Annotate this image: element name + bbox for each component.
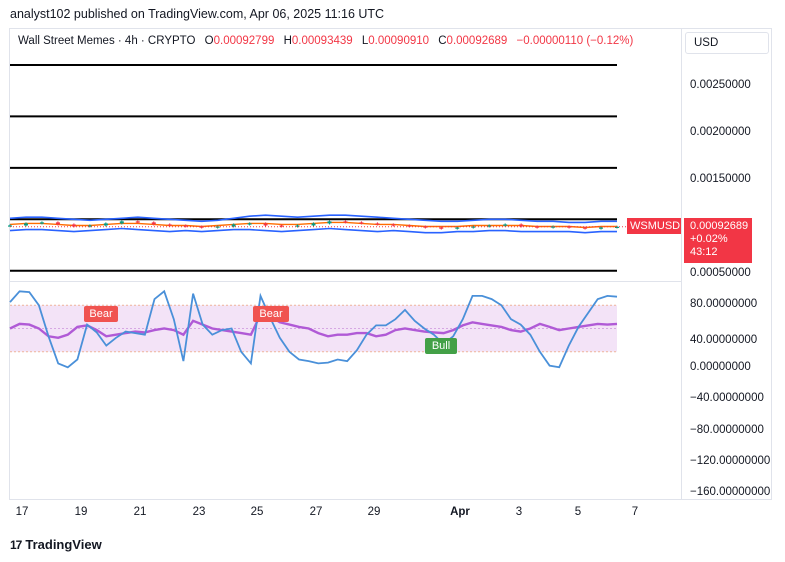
- ohlc-legend: Wall Street Memes · 4h · CRYPTO O0.00092…: [18, 35, 633, 47]
- candle-body-24: [391, 224, 396, 226]
- currency-button[interactable]: USD: [685, 32, 769, 54]
- candle-body-3: [55, 222, 60, 225]
- candle-body-7: [119, 221, 124, 224]
- price-tick-label: 0.00200000: [690, 126, 751, 138]
- time-tick-label: 23: [192, 506, 206, 518]
- candle-body-21: [343, 221, 348, 223]
- time-tick-label: 19: [74, 506, 88, 518]
- open-value: 0.00092799: [213, 35, 275, 47]
- candle-body-10: [167, 224, 172, 226]
- candle-body-1: [23, 223, 28, 226]
- last-price-tag: WSMUSD 0.00092689 +0.02% 43:12: [627, 218, 752, 263]
- candle-body-26: [423, 226, 428, 228]
- price-tag-box: 0.00092689 +0.02% 43:12: [684, 218, 752, 263]
- candle-body-20: [327, 221, 332, 224]
- price-tag-price: 0.00092689: [690, 220, 749, 232]
- candle-body-36: [583, 227, 588, 229]
- change-value: −0.00000110 (−0.12%): [516, 35, 634, 47]
- price-tick-label: 0.00050000: [690, 267, 751, 279]
- time-tick-label: 7: [631, 506, 639, 518]
- tradingview-brand[interactable]: 17 TradingView: [10, 537, 102, 552]
- candle-body-28: [455, 227, 460, 229]
- candle-body-19: [311, 223, 316, 226]
- open-label: O: [204, 35, 214, 47]
- time-tick-label: Apr: [450, 506, 470, 518]
- time-tick-label: 21: [133, 506, 147, 518]
- lower-band-line: [9, 227, 617, 234]
- candle-body-4: [71, 224, 76, 227]
- candle-body-37: [599, 227, 604, 229]
- candle-body-15: [247, 223, 252, 225]
- symbol-title[interactable]: Wall Street Memes · 4h · CRYPTO: [18, 35, 195, 47]
- candle-body-35: [567, 226, 572, 228]
- time-tick-label: 27: [309, 506, 323, 518]
- time-tick-label: 5: [574, 506, 582, 518]
- stochastic-tick-label: −40.00000000: [690, 392, 764, 404]
- candle-body-6: [103, 223, 108, 226]
- tradingview-logo-icon: 17: [10, 538, 22, 552]
- chart-canvas[interactable]: [0, 0, 785, 562]
- candle-body-16: [263, 223, 268, 226]
- candle-body-29: [471, 226, 476, 228]
- stochastic-tick-label: −80.00000000: [690, 424, 764, 436]
- price-tag-countdown: 43:12: [690, 246, 718, 258]
- stochastic-tick-label: 80.00000000: [690, 298, 758, 310]
- candle-body-9: [151, 222, 156, 225]
- time-tick-label: 3: [515, 506, 523, 518]
- brand-name: TradingView: [25, 537, 102, 552]
- stochastic-tick-label: 40.00000000: [690, 334, 758, 346]
- price-tick-label: 0.00250000: [690, 79, 751, 91]
- stochastic-tick-label: −120.00000000: [690, 455, 771, 467]
- candle-body-27: [439, 227, 444, 229]
- high-label: H: [283, 35, 292, 47]
- candle-body-22: [359, 222, 364, 224]
- low-value: 0.00090910: [368, 35, 430, 47]
- price-tag-symbol: WSMUSD: [627, 218, 681, 234]
- signal-label-bear: Bear: [84, 306, 118, 322]
- candle-body-23: [375, 223, 380, 225]
- signal-label-bull: Bull: [425, 338, 457, 354]
- price-tag-change: +0.02%: [690, 233, 728, 245]
- close-value: 0.00092689: [446, 35, 508, 47]
- time-tick-label: 25: [250, 506, 264, 518]
- price-tick-label: 0.00150000: [690, 173, 751, 185]
- candle-body-31: [503, 224, 508, 226]
- time-tick-label: 17: [15, 506, 29, 518]
- candle-body-2: [39, 222, 44, 224]
- candle-body-14: [231, 224, 236, 227]
- candle-body-12: [199, 226, 204, 228]
- candle-body-32: [519, 224, 524, 227]
- stochastic-tick-label: 0.00000000: [690, 361, 751, 373]
- signal-label-bear: Bear: [253, 306, 289, 322]
- stochastic-tick-label: −160.00000000: [690, 486, 771, 498]
- high-value: 0.00093439: [291, 35, 353, 47]
- candle-body-8: [135, 221, 140, 223]
- close-label: C: [438, 35, 447, 47]
- time-tick-label: 29: [367, 506, 381, 518]
